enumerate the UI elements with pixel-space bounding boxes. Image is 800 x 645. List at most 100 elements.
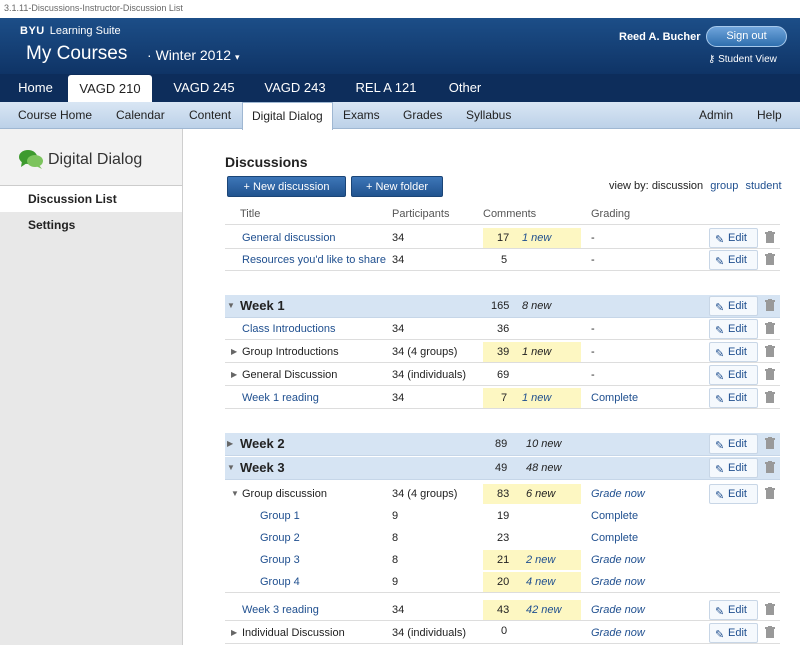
grading-link[interactable]: Complete [591,527,638,549]
group-link[interactable]: Group 2 [260,527,300,549]
grading-status: - [591,254,595,266]
view-by-group-link[interactable]: group [710,180,738,192]
group-link[interactable]: Group 3 [260,549,300,571]
edit-button[interactable]: ✎ Edit [709,623,758,643]
trash-icon[interactable] [765,461,775,473]
trash-icon[interactable] [765,231,775,243]
grade-now-link[interactable]: Grade now [591,571,645,593]
subnav-course-home[interactable]: Course Home [18,102,92,129]
tab-other[interactable]: Other [437,74,493,102]
expand-arrow-icon[interactable]: ▶ [227,439,233,448]
new-folder-button[interactable]: + New folder [351,176,443,197]
comment-count: 19 [497,510,510,522]
edit-button[interactable]: ✎ Edit [709,388,758,408]
discussion-title[interactable]: Group discussion [242,483,327,505]
trash-icon[interactable] [765,391,775,403]
discussion-title[interactable]: General Discussion [242,364,337,386]
new-comments-link[interactable]: 1 new [522,387,551,409]
tab-vagd-210[interactable]: VAGD 210 [68,75,152,102]
week-folder-row[interactable]: ▼ Week 3 49 48 new ✎ Edit [225,457,780,480]
tab-home[interactable]: Home [8,74,63,102]
new-comments-link[interactable]: 2 new [526,549,555,571]
term-selector[interactable]: · Winter 2012 ▾ [147,47,239,63]
group-link[interactable]: Group 4 [260,571,300,593]
subnav-calendar[interactable]: Calendar [116,102,165,129]
comment-count: 165 [491,300,510,312]
comment-count: 17 [497,232,510,244]
subnav-syllabus[interactable]: Syllabus [466,102,511,129]
discussion-title[interactable]: Group Introductions [242,341,339,363]
edit-button[interactable]: ✎ Edit [709,484,758,504]
comment-count: 83 [497,488,510,500]
discussion-link[interactable]: Resources you'd like to share [242,249,386,271]
subnav-digital-dialog[interactable]: Digital Dialog [242,102,333,130]
edit-button[interactable]: ✎ Edit [709,365,758,385]
student-view-link[interactable]: ⚷ Student View [708,54,777,65]
expand-arrow-icon[interactable]: ▶ [231,347,237,356]
collapse-arrow-icon[interactable]: ▼ [227,463,235,472]
edit-label: Edit [728,488,747,500]
new-comments-link[interactable]: 1 new [522,227,551,249]
trash-icon[interactable] [765,345,775,357]
collapse-arrow-icon[interactable]: ▼ [227,301,235,310]
grading-status: - [591,232,595,244]
expand-arrow-icon[interactable]: ▶ [231,628,237,637]
discussion-link[interactable]: Week 3 reading [242,599,319,621]
collapse-arrow-icon[interactable]: ▼ [231,489,239,498]
new-comments-link[interactable]: 42 new [526,599,561,621]
trash-icon[interactable] [765,437,775,449]
trash-icon[interactable] [765,368,775,380]
new-discussion-button[interactable]: + New discussion [227,176,346,197]
group-link[interactable]: Group 1 [260,505,300,527]
comment-count: 69 [497,369,510,381]
trash-icon[interactable] [765,299,775,311]
edit-button[interactable]: ✎ Edit [709,342,758,362]
trash-icon[interactable] [765,322,775,334]
trash-icon[interactable] [765,253,775,265]
discussion-link[interactable]: Class Introductions [242,318,336,340]
subnav-admin[interactable]: Admin [699,102,733,129]
discussion-link[interactable]: General discussion [242,227,336,249]
tab-vagd-243[interactable]: VAGD 243 [254,74,336,102]
tab-vagd-245[interactable]: VAGD 245 [163,74,245,102]
subnav-help[interactable]: Help [757,102,782,129]
subnav-grades[interactable]: Grades [403,102,442,129]
column-comments: Comments [483,208,537,220]
edit-button[interactable]: ✎ Edit [709,319,758,339]
grade-now-link[interactable]: Grade now [591,622,645,644]
edit-button[interactable]: ✎ Edit [709,250,758,270]
grade-now-link[interactable]: Grade now [591,549,645,571]
week-folder-row[interactable]: ▶ Week 2 89 10 new ✎ Edit [225,433,780,456]
grading-link[interactable]: Complete [591,387,638,409]
subnav-exams[interactable]: Exams [343,102,380,129]
sign-out-button[interactable]: Sign out [706,26,787,47]
pencil-icon: ✎ [715,606,725,618]
discussion-title[interactable]: Individual Discussion [242,622,345,644]
grade-now-link[interactable]: Grade now [591,599,645,621]
pencil-icon: ✎ [715,394,725,406]
comment-count: 21 [497,554,510,566]
expand-arrow-icon[interactable]: ▶ [231,370,237,379]
edit-button[interactable]: ✎ Edit [709,434,758,454]
table-header: Title Participants Comments Grading [225,203,780,225]
grading-link[interactable]: Complete [591,505,638,527]
edit-label: Edit [728,323,747,335]
edit-button[interactable]: ✎ Edit [709,458,758,478]
sidebar-item-settings[interactable]: Settings [0,212,182,238]
edit-button[interactable]: ✎ Edit [709,600,758,620]
trash-icon[interactable] [765,487,775,499]
edit-button[interactable]: ✎ Edit [709,228,758,248]
brand[interactable]: BYU Learning Suite [20,25,121,37]
tab-rel-a-121[interactable]: REL A 121 [345,74,427,102]
week-folder-row[interactable]: ▼ Week 1 165 8 new ✎ Edit [225,295,780,318]
new-comments-link[interactable]: 4 new [526,571,555,593]
discussion-link[interactable]: Week 1 reading [242,387,319,409]
sidebar-item-discussion-list[interactable]: Discussion List [0,186,182,212]
view-by-student-link[interactable]: student [745,180,781,192]
group-row: Group 4 9 20 4 new Grade now [225,571,780,593]
trash-icon[interactable] [765,603,775,615]
trash-icon[interactable] [765,626,775,638]
subnav-content[interactable]: Content [189,102,231,129]
edit-button[interactable]: ✎ Edit [709,296,758,316]
grade-now-link[interactable]: Grade now [591,483,645,505]
